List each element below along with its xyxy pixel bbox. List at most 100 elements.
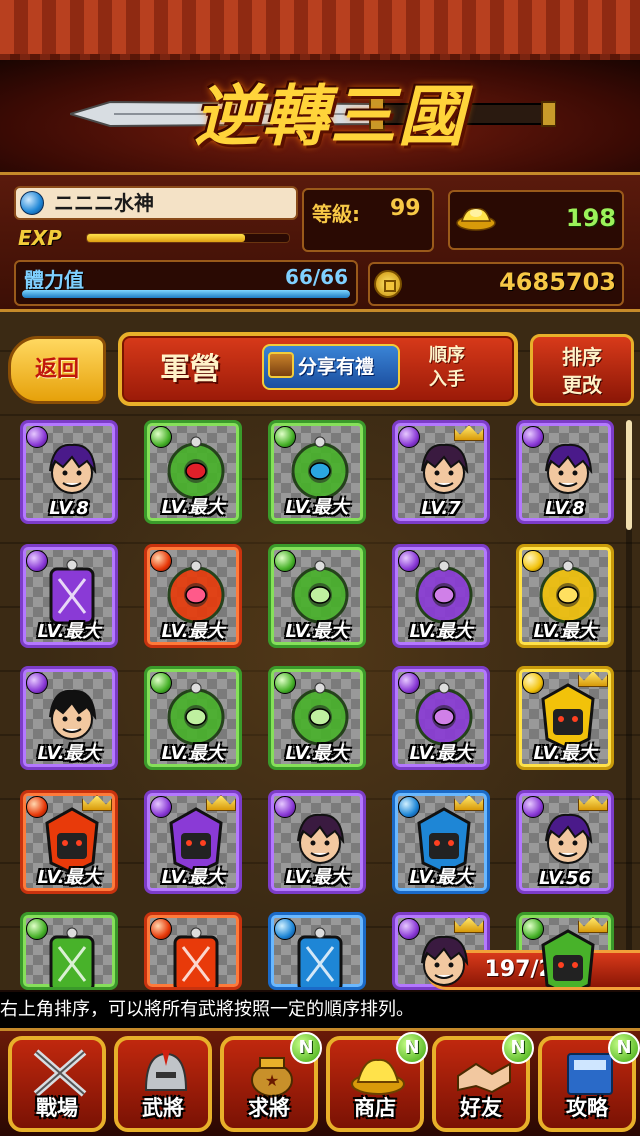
roof-decoration bbox=[0, 0, 640, 68]
new-badge-icon: N bbox=[396, 1032, 428, 1064]
card-level: LV.最大 bbox=[37, 743, 101, 764]
general-card[interactable]: LV.最大 bbox=[516, 666, 614, 770]
green-attribute-icon bbox=[26, 918, 48, 940]
stamina-bar-fill bbox=[22, 290, 350, 298]
card-level: LV.最大 bbox=[161, 867, 225, 888]
player-name: ニニニ水神 bbox=[14, 186, 298, 220]
treasure-chest-icon bbox=[268, 352, 294, 378]
card-level: LV.最大 bbox=[285, 621, 349, 642]
hero-purple-hair-icon bbox=[35, 433, 109, 507]
purple-attribute-icon bbox=[398, 426, 420, 448]
scrollbar-thumb[interactable] bbox=[626, 420, 632, 530]
general-card[interactable] bbox=[144, 912, 242, 990]
card-level: LV.最大 bbox=[37, 621, 101, 642]
general-card[interactable]: LV.最大 bbox=[392, 544, 490, 648]
general-card[interactable] bbox=[516, 912, 614, 990]
purple-attribute-icon bbox=[26, 550, 48, 572]
nav-button-1[interactable]: 武將 bbox=[114, 1036, 212, 1132]
general-card[interactable]: LV.最大 bbox=[20, 544, 118, 648]
card-level: LV.最大 bbox=[409, 743, 473, 764]
red-attribute-icon bbox=[26, 796, 48, 818]
nav-button-0[interactable]: 戰場 bbox=[8, 1036, 106, 1132]
gold-attribute-icon bbox=[522, 672, 544, 694]
coin-icon bbox=[374, 270, 402, 298]
exp-bar-fill bbox=[87, 234, 245, 242]
card-level: LV.8 bbox=[545, 498, 585, 519]
nav-label: 武將 bbox=[142, 1096, 184, 1120]
card-level: LV.最大 bbox=[37, 867, 101, 888]
general-card[interactable]: LV.最大 bbox=[144, 666, 242, 770]
general-card[interactable]: LV.最大 bbox=[20, 666, 118, 770]
card-level: LV.最大 bbox=[409, 867, 473, 888]
red-attribute-icon bbox=[150, 918, 172, 940]
card-level: LV.8 bbox=[49, 498, 89, 519]
nav-label: 求將 bbox=[248, 1096, 290, 1120]
nav-label: 戰場 bbox=[36, 1096, 78, 1120]
gold-ingot-icon bbox=[456, 208, 496, 231]
sorceress-purple-icon bbox=[531, 803, 605, 877]
general-card[interactable]: LV.最大 bbox=[392, 790, 490, 894]
general-card[interactable]: LV.最大 bbox=[20, 790, 118, 894]
sort-order-label: 順序 入手 bbox=[412, 344, 482, 392]
nav-label: 攻略 bbox=[566, 1096, 608, 1120]
card-level: LV.最大 bbox=[409, 621, 473, 642]
ingot-count: 198 bbox=[565, 204, 616, 232]
general-card[interactable]: LV.最大 bbox=[268, 790, 366, 894]
purple-attribute-icon bbox=[398, 672, 420, 694]
sort-change-button[interactable]: 排序 更改 bbox=[530, 334, 634, 406]
general-card[interactable]: LV.最大 bbox=[392, 666, 490, 770]
card-level: LV.最大 bbox=[161, 497, 225, 518]
general-card[interactable]: LV.8 bbox=[20, 420, 118, 524]
green-attribute-icon bbox=[274, 550, 296, 572]
card-level: LV.最大 bbox=[161, 621, 225, 642]
card-level: LV.56 bbox=[538, 868, 591, 889]
new-badge-icon: N bbox=[502, 1032, 534, 1064]
general-card[interactable] bbox=[392, 912, 490, 990]
stamina-label: 體力值 bbox=[24, 268, 84, 292]
purple-attribute-icon bbox=[398, 918, 420, 940]
game-title: 逆轉三國 bbox=[194, 77, 466, 155]
purple-attribute-icon bbox=[398, 550, 420, 572]
card-level: LV.7 bbox=[421, 498, 461, 519]
scrollbar[interactable] bbox=[626, 420, 632, 960]
svg-text:★: ★ bbox=[265, 1071, 279, 1090]
screen-title: 軍營 bbox=[160, 352, 220, 387]
general-card[interactable]: LV.最大 bbox=[144, 544, 242, 648]
green-attribute-icon bbox=[274, 672, 296, 694]
general-card[interactable] bbox=[268, 912, 366, 990]
stamina-value: 66/66 bbox=[285, 265, 348, 289]
sort-order-line2: 入手 bbox=[429, 369, 465, 390]
general-card[interactable]: LV.最大 bbox=[268, 544, 366, 648]
general-card[interactable]: LV.最大 bbox=[268, 666, 366, 770]
green-attribute-icon bbox=[274, 426, 296, 448]
exp-label: EXP bbox=[18, 226, 62, 250]
level-label: 等級: bbox=[312, 202, 360, 226]
general-card[interactable]: LV.56 bbox=[516, 790, 614, 894]
hint-ticker: 右上角排序，可以將所有武將按照一定的順序排列。 bbox=[0, 992, 640, 1028]
blue-attribute-icon bbox=[274, 918, 296, 940]
general-card[interactable]: LV.最大 bbox=[516, 544, 614, 648]
player-level: 99 bbox=[390, 196, 421, 221]
green-attribute-icon bbox=[150, 672, 172, 694]
new-badge-icon: N bbox=[290, 1032, 322, 1064]
stamina-bar bbox=[22, 290, 350, 298]
card-level: LV.最大 bbox=[533, 743, 597, 764]
sort-change-line2: 更改 bbox=[562, 373, 602, 397]
purple-attribute-icon bbox=[522, 426, 544, 448]
general-card[interactable]: LV.最大 bbox=[144, 420, 242, 524]
general-card[interactable]: LV.8 bbox=[516, 420, 614, 524]
general-card[interactable]: LV.最大 bbox=[144, 790, 242, 894]
general-card[interactable]: LV.最大 bbox=[268, 420, 366, 524]
purple-attribute-icon bbox=[26, 672, 48, 694]
card-level: LV.最大 bbox=[285, 867, 349, 888]
card-level: LV.最大 bbox=[285, 497, 349, 518]
general-card[interactable]: LV.7 bbox=[392, 420, 490, 524]
coin-count: 4685703 bbox=[499, 268, 616, 296]
back-button[interactable]: 返回 bbox=[8, 336, 106, 404]
nav-label: 好友 bbox=[460, 1096, 502, 1120]
general-card[interactable] bbox=[20, 912, 118, 990]
purple-attribute-icon bbox=[26, 426, 48, 448]
green-attribute-icon bbox=[522, 918, 544, 940]
sort-change-line1: 排序 bbox=[562, 345, 602, 369]
purple-attribute-icon bbox=[274, 796, 296, 818]
